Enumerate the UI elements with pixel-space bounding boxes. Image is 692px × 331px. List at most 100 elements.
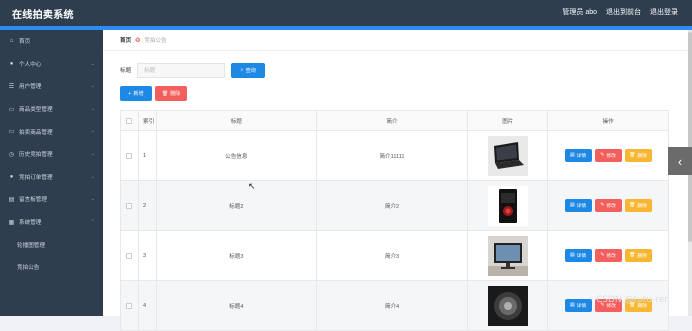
row-checkbox[interactable] [126, 152, 133, 159]
main-content: 首页 ❂ 竞拍公告 标题 标题 ⌕ 查询 + 新增 🗑 删除 索引 标题 简介 … [103, 30, 692, 331]
select-all-checkbox[interactable] [126, 117, 133, 124]
search-button[interactable]: ⌕ 查询 [231, 62, 266, 78]
sidebar-item-home[interactable]: ⌂ 首页 [0, 30, 103, 53]
edit-button[interactable]: ✎ 修改 [594, 249, 622, 262]
delete-label: 删除 [637, 254, 647, 259]
search-label: 标题 [120, 68, 132, 74]
mouse-cursor-icon: ↖ [248, 181, 256, 191]
chevron-left-icon[interactable]: ‹ [668, 147, 692, 175]
search-icon: ⌕ [240, 66, 244, 73]
row-title: 标题4 [157, 281, 317, 330]
search-input[interactable]: 标题 [137, 62, 226, 78]
row-brief: 简介2 [317, 181, 469, 230]
edit-label: 修改 [606, 204, 616, 209]
row-brief: 简介4 [317, 281, 469, 330]
sidebar-item-orders[interactable]: ● 竞拍订单管理 ⌄ [0, 166, 103, 189]
header-image: 图片 [468, 111, 549, 130]
sidebar-item-bid-history[interactable]: ◷ 历史竞拍管理 ⌄ [0, 143, 103, 166]
row-actions: ▤ 详情 ✎ 修改 🗑 删除 [548, 181, 669, 230]
detail-button[interactable]: ▤ 详情 [564, 199, 592, 212]
delete-label: 删除 [637, 154, 647, 159]
sidebar-item-auction-goods[interactable]: ▭ 拍卖商品管理 ⌄ [0, 120, 103, 143]
chevron-down-icon: ⌄ [90, 60, 95, 67]
row-checkbox[interactable] [126, 202, 133, 209]
plus-icon: + [128, 90, 132, 97]
bulk-delete-button[interactable]: 🗑 删除 [155, 86, 187, 101]
top-bar: 在线拍卖系统 管理员 abo 退出到前台 退出登录 [0, 0, 692, 26]
chevron-down-icon: ⌄ [90, 150, 95, 157]
delete-button[interactable]: 🗑 删除 [624, 199, 652, 212]
breadcrumb-separator-icon: ❂ [135, 37, 141, 44]
row-actions: ▤ 详情 ✎ 修改 🗑 删除 [548, 281, 669, 330]
row-image-cell [468, 131, 549, 180]
edit-button[interactable]: ✎ 修改 [594, 149, 622, 162]
trash-icon: 🗑 [161, 90, 169, 97]
monitor-thumbnail [487, 235, 528, 276]
header-links: 管理员 abo 退出到前台 退出登录 [562, 7, 678, 17]
row-image-cell [468, 281, 549, 330]
header-actions: 操作 [548, 111, 669, 130]
sidebar-item-categories[interactable]: ▭ 商品类型管理 ⌄ [0, 98, 103, 121]
detail-button[interactable]: ▤ 详情 [564, 249, 592, 262]
sidebar-item-label: 历史竞拍管理 [19, 152, 53, 159]
detail-icon: ▤ [570, 303, 575, 308]
detail-icon: ▤ [570, 253, 575, 258]
history-icon: ◷ [8, 151, 15, 158]
detail-label: 详情 [576, 204, 587, 209]
sidebar-item-label: 留言板管理 [19, 197, 47, 204]
table-row: 1 公告信息 简介11111 ▤ 详情 ✎ 修改 🗑 删除 [121, 131, 669, 181]
row-checkbox-cell [121, 231, 139, 280]
row-brief: 简介11111 [317, 131, 469, 180]
user-icon: ● [9, 60, 14, 67]
row-actions: ▤ 详情 ✎ 修改 🗑 删除 [548, 131, 669, 180]
sidebar-item-messages[interactable]: ▤ 留言板管理 ⌄ [0, 188, 103, 211]
detail-button[interactable]: ▤ 详情 [564, 149, 592, 162]
sidebar-subitem-carousel[interactable]: 轮播图管理 [0, 233, 103, 256]
laptop-thumbnail [487, 135, 528, 176]
announcement-table: 索引 标题 简介 图片 操作 1 公告信息 简介11111 ▤详情 ✎修改 [120, 110, 669, 331]
speaker-thumbnail [487, 285, 528, 326]
detail-label: 详情 [576, 254, 587, 259]
chevron-down-icon: ⌄ [90, 83, 95, 90]
back-to-frontend-link[interactable]: 退出到前台 [606, 7, 641, 17]
table-row: 4 标题4 简介4 ▤ 详情 ✎ 修改 🗑 删除 [121, 281, 669, 331]
delete-button[interactable]: 🗑 删除 [624, 149, 652, 162]
delete-button[interactable]: 🗑 删除 [624, 249, 652, 262]
trash-icon: 🗑 [629, 203, 636, 208]
row-checkbox[interactable] [126, 252, 133, 259]
add-button[interactable]: + 新增 [120, 86, 152, 101]
breadcrumb-home[interactable]: 首页 [120, 36, 131, 44]
sidebar-item-users[interactable]: ☰ 用户管理 ⌄ [0, 75, 103, 98]
edit-label: 修改 [606, 254, 616, 259]
sidebar-item-label: 用户管理 [19, 84, 42, 91]
detail-button[interactable]: ▤ 详情 [564, 299, 592, 312]
edit-icon: ✎ [600, 153, 605, 158]
sidebar-subitem-announcements[interactable]: 竞拍公告 [0, 256, 103, 279]
sidebar-item-profile[interactable]: ● 个人中心 ⌄ [0, 53, 103, 76]
sidebar-item-label: 竞拍订单管理 [19, 174, 53, 181]
row-checkbox-cell [121, 131, 139, 180]
folder-icon: ▭ [8, 106, 15, 113]
edit-icon: ✎ [600, 253, 605, 258]
search-bar: 标题 标题 ⌕ 查询 [120, 62, 266, 78]
chevron-down-icon: ⌄ [90, 128, 95, 135]
table-row: 2 标题2 简介2 ▤ 详情 ✎ 修改 🗑 删除 [121, 181, 669, 231]
row-checkbox[interactable] [126, 302, 133, 309]
logout-link[interactable]: 退出登录 [650, 7, 678, 17]
detail-icon: ▤ [570, 203, 575, 208]
edit-button[interactable]: ✎ 修改 [594, 199, 622, 212]
grid-icon: ▦ [8, 219, 15, 226]
row-brief: 简介3 [317, 231, 469, 280]
table-row: 3 标题3 简介3 ▤ 详情 ✎ 修改 🗑 删除 [121, 231, 669, 281]
trash-icon: 🗑 [629, 153, 636, 158]
detail-label: 详情 [576, 154, 587, 159]
sidebar-item-label: 拍卖商品管理 [19, 129, 53, 136]
page-scrollbar-thumb[interactable] [688, 32, 692, 242]
header-index: 索引 [139, 111, 157, 130]
delete-label: 删除 [637, 204, 647, 209]
add-button-label: 新增 [133, 91, 144, 97]
detail-label: 详情 [576, 304, 587, 309]
admin-user-label: 管理员 abo [562, 9, 597, 16]
sidebar-item-system[interactable]: ▦ 系统管理 ⌃ [0, 211, 103, 234]
home-icon: ⌂ [9, 38, 14, 45]
